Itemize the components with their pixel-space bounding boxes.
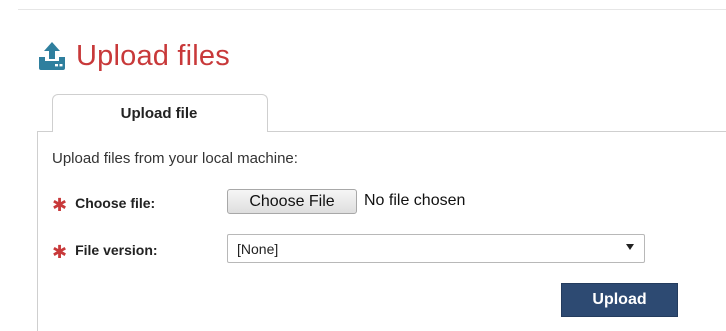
caret-down-icon (626, 244, 634, 250)
upload-icon (36, 40, 68, 72)
tab-upload-file-label: Upload file (120, 105, 198, 122)
page-title: Upload files (76, 40, 230, 72)
choose-file-button[interactable]: Choose File (227, 189, 357, 214)
upload-instructions: Upload files from your local machine: (52, 150, 298, 167)
upload-button[interactable]: Upload (561, 283, 678, 317)
file-version-selected: [None] (237, 240, 279, 257)
file-version-select[interactable]: [None] (227, 234, 645, 263)
page-header: Upload files (36, 38, 230, 74)
upload-page: Upload files Upload file Upload files fr… (0, 0, 726, 331)
top-divider (18, 9, 726, 10)
file-status: No file chosen (364, 192, 466, 209)
file-version-label: ✱ File version: (52, 242, 158, 262)
file-version-label-text: File version: (75, 242, 158, 258)
choose-file-label: ✱ Choose file: (52, 195, 156, 215)
choose-file-label-text: Choose file: (75, 195, 156, 211)
required-marker: ✱ (52, 242, 68, 262)
required-marker: ✱ (52, 195, 68, 215)
tab-upload-file[interactable]: Upload file (52, 94, 268, 132)
